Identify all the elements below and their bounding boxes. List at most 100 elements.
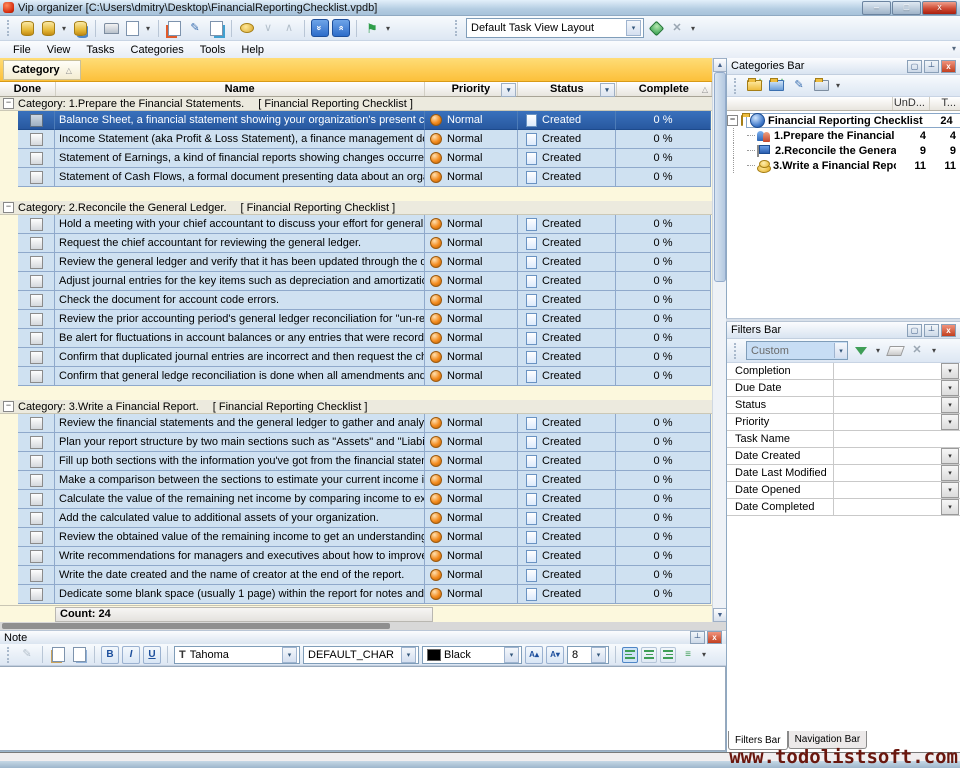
category-group-row[interactable]: −Category: 3.Write a Financial Report.[ … xyxy=(0,400,712,414)
column-header-priority[interactable]: Priority▾ xyxy=(425,82,518,96)
delete-layout-icon[interactable]: ✕ xyxy=(668,19,686,37)
task-status-cell[interactable]: Created xyxy=(518,348,616,367)
task-name-cell[interactable]: Write recommendations for managers and e… xyxy=(55,547,425,566)
task-priority-cell[interactable]: Normal xyxy=(425,471,518,490)
task-checkbox[interactable] xyxy=(30,588,43,601)
task-checkbox[interactable] xyxy=(30,114,43,127)
filter-value-input[interactable] xyxy=(834,397,941,413)
task-row[interactable]: Income Statement (aka Profit & Loss Stat… xyxy=(0,130,712,149)
task-done-cell[interactable] xyxy=(18,452,55,471)
task-complete-cell[interactable]: 0 % xyxy=(616,329,711,348)
task-done-cell[interactable] xyxy=(18,348,55,367)
categories-close-icon[interactable]: x xyxy=(941,60,956,73)
task-row[interactable]: Confirm that general ledge reconciliatio… xyxy=(0,367,712,386)
bullet-list-icon[interactable]: ≡ xyxy=(679,646,697,664)
color-combo-caret-icon[interactable]: ▾ xyxy=(504,647,519,663)
task-row[interactable]: Balance Sheet, a financial statement sho… xyxy=(0,111,712,130)
task-done-cell[interactable] xyxy=(18,215,55,234)
filter-dropdown-icon[interactable]: ▾ xyxy=(941,397,959,413)
task-done-cell[interactable] xyxy=(18,291,55,310)
task-status-cell[interactable]: Created xyxy=(518,168,616,187)
note-paste-icon[interactable] xyxy=(70,646,88,664)
task-row[interactable]: Dedicate some blank space (usually 1 pag… xyxy=(0,585,712,604)
filters-close-icon[interactable]: x xyxy=(941,324,956,337)
layout-combo[interactable]: Default Task View Layout ▾ xyxy=(466,18,644,38)
expand-all-icon[interactable]: » xyxy=(311,19,329,37)
print-preview-icon[interactable] xyxy=(123,19,141,37)
task-name-cell[interactable]: Check the document for account code erro… xyxy=(55,291,425,310)
task-checkbox[interactable] xyxy=(30,436,43,449)
task-checkbox[interactable] xyxy=(30,294,43,307)
task-checkbox[interactable] xyxy=(30,370,43,383)
print-icon[interactable] xyxy=(102,19,120,37)
task-complete-cell[interactable]: 0 % xyxy=(616,168,711,187)
notification-caret-icon[interactable]: ▾ xyxy=(384,24,392,33)
task-status-cell[interactable]: Created xyxy=(518,130,616,149)
delete-task-icon[interactable] xyxy=(207,19,225,37)
task-priority-cell[interactable]: Normal xyxy=(425,168,518,187)
task-name-cell[interactable]: Fill up both sections with the informati… xyxy=(55,452,425,471)
task-name-cell[interactable]: Income Statement (aka Profit & Loss Stat… xyxy=(55,130,425,149)
task-checkbox[interactable] xyxy=(30,275,43,288)
task-status-cell[interactable]: Created xyxy=(518,272,616,291)
task-name-cell[interactable]: Be alert for fluctuations in account bal… xyxy=(55,329,425,348)
print-preview-caret-icon[interactable]: ▾ xyxy=(144,24,152,33)
task-priority-cell[interactable]: Normal xyxy=(425,111,518,130)
size-combo-caret-icon[interactable]: ▾ xyxy=(591,647,606,663)
task-checkbox[interactable] xyxy=(30,313,43,326)
task-done-cell[interactable] xyxy=(18,471,55,490)
task-checkbox[interactable] xyxy=(30,351,43,364)
task-row[interactable]: Write recommendations for managers and e… xyxy=(0,547,712,566)
filter-dropdown-icon[interactable]: ▾ xyxy=(941,363,959,379)
category-group-row[interactable]: −Category: 2.Reconcile the General Ledge… xyxy=(0,201,712,215)
note-toolbar-caret-icon[interactable]: ▾ xyxy=(700,650,708,659)
font-size-combo[interactable]: 8 ▾ xyxy=(567,646,609,664)
tree-item[interactable]: 3.Write a Financial Report.1111 xyxy=(727,158,960,173)
task-name-cell[interactable]: Hold a meeting with your chief accountan… xyxy=(55,215,425,234)
comment-icon[interactable] xyxy=(238,19,256,37)
task-priority-cell[interactable]: Normal xyxy=(425,234,518,253)
task-checkbox[interactable] xyxy=(30,474,43,487)
task-checkbox[interactable] xyxy=(30,512,43,525)
filter-dropdown-icon[interactable]: ▾ xyxy=(941,465,959,481)
task-name-cell[interactable]: Adjust journal entries for the key items… xyxy=(55,272,425,291)
task-checkbox[interactable] xyxy=(30,152,43,165)
task-row[interactable]: Hold a meeting with your chief accountan… xyxy=(0,215,712,234)
task-complete-cell[interactable]: 0 % xyxy=(616,528,711,547)
filters-float-icon[interactable]: ▢ xyxy=(907,324,922,337)
filter-value-input[interactable] xyxy=(834,482,941,498)
collapse-group-icon[interactable]: − xyxy=(3,98,14,109)
task-status-cell[interactable]: Created xyxy=(518,414,616,433)
task-name-cell[interactable]: Review the obtained value of the remaini… xyxy=(55,528,425,547)
filter-dropdown-icon[interactable]: ▾ xyxy=(941,482,959,498)
tree-item[interactable]: −Financial Reporting Checklist2424 xyxy=(727,113,960,128)
task-row[interactable]: Check the document for account code erro… xyxy=(0,291,712,310)
task-done-cell[interactable] xyxy=(18,149,55,168)
align-left-icon[interactable] xyxy=(622,647,638,663)
task-priority-cell[interactable]: Normal xyxy=(425,566,518,585)
note-pin-icon[interactable]: ┴ xyxy=(690,631,705,644)
note-close-icon[interactable]: x xyxy=(707,631,722,644)
task-name-cell[interactable]: Request the chief accountant for reviewi… xyxy=(55,234,425,253)
open-database-icon[interactable] xyxy=(39,19,57,37)
task-name-cell[interactable]: Review the financial statements and the … xyxy=(55,414,425,433)
task-name-cell[interactable]: Write the date created and the name of c… xyxy=(55,566,425,585)
task-done-cell[interactable] xyxy=(18,547,55,566)
task-status-cell[interactable]: Created xyxy=(518,291,616,310)
task-done-cell[interactable] xyxy=(18,234,55,253)
apply-layout-icon[interactable] xyxy=(647,19,665,37)
tree-collapse-icon[interactable]: − xyxy=(727,115,738,126)
filter-row[interactable]: Due Date▾ xyxy=(727,380,960,397)
task-row[interactable]: Calculate the value of the remaining net… xyxy=(0,490,712,509)
task-checkbox[interactable] xyxy=(30,531,43,544)
task-row[interactable]: Add the calculated value to additional a… xyxy=(0,509,712,528)
shrink-font-icon[interactable]: A▾ xyxy=(546,646,564,664)
task-status-cell[interactable]: Created xyxy=(518,509,616,528)
task-row[interactable]: Confirm that duplicated journal entries … xyxy=(0,348,712,367)
layout-toolbar-caret-icon[interactable]: ▾ xyxy=(689,24,697,33)
filters-toolbar-caret-icon[interactable]: ▾ xyxy=(930,346,938,355)
task-complete-cell[interactable]: 0 % xyxy=(616,253,711,272)
edit-category-icon[interactable]: ✎ xyxy=(790,77,808,95)
task-status-cell[interactable]: Created xyxy=(518,310,616,329)
task-done-cell[interactable] xyxy=(18,310,55,329)
